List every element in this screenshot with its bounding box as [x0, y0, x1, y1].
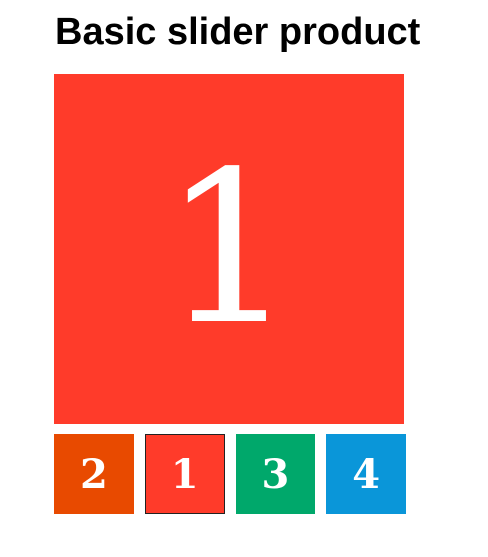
thumbnail-slide-3[interactable]: 3 [235, 434, 316, 514]
main-slide-number: 1 [162, 126, 296, 371]
main-slide: 1 [54, 74, 404, 424]
thumbnail-slide-2[interactable]: 2 [54, 434, 134, 514]
page-title: Basic slider product [55, 11, 421, 53]
thumbnail-label: 1 [170, 450, 199, 498]
thumbnail-label: 3 [261, 450, 290, 498]
thumbnail-label: 2 [79, 450, 108, 498]
slider-thumbnails: 2 1 3 4 [54, 434, 406, 514]
thumbnail-slide-1[interactable]: 1 [144, 434, 225, 514]
thumbnail-slide-4[interactable]: 4 [326, 434, 406, 514]
thumbnail-label: 4 [352, 450, 381, 498]
